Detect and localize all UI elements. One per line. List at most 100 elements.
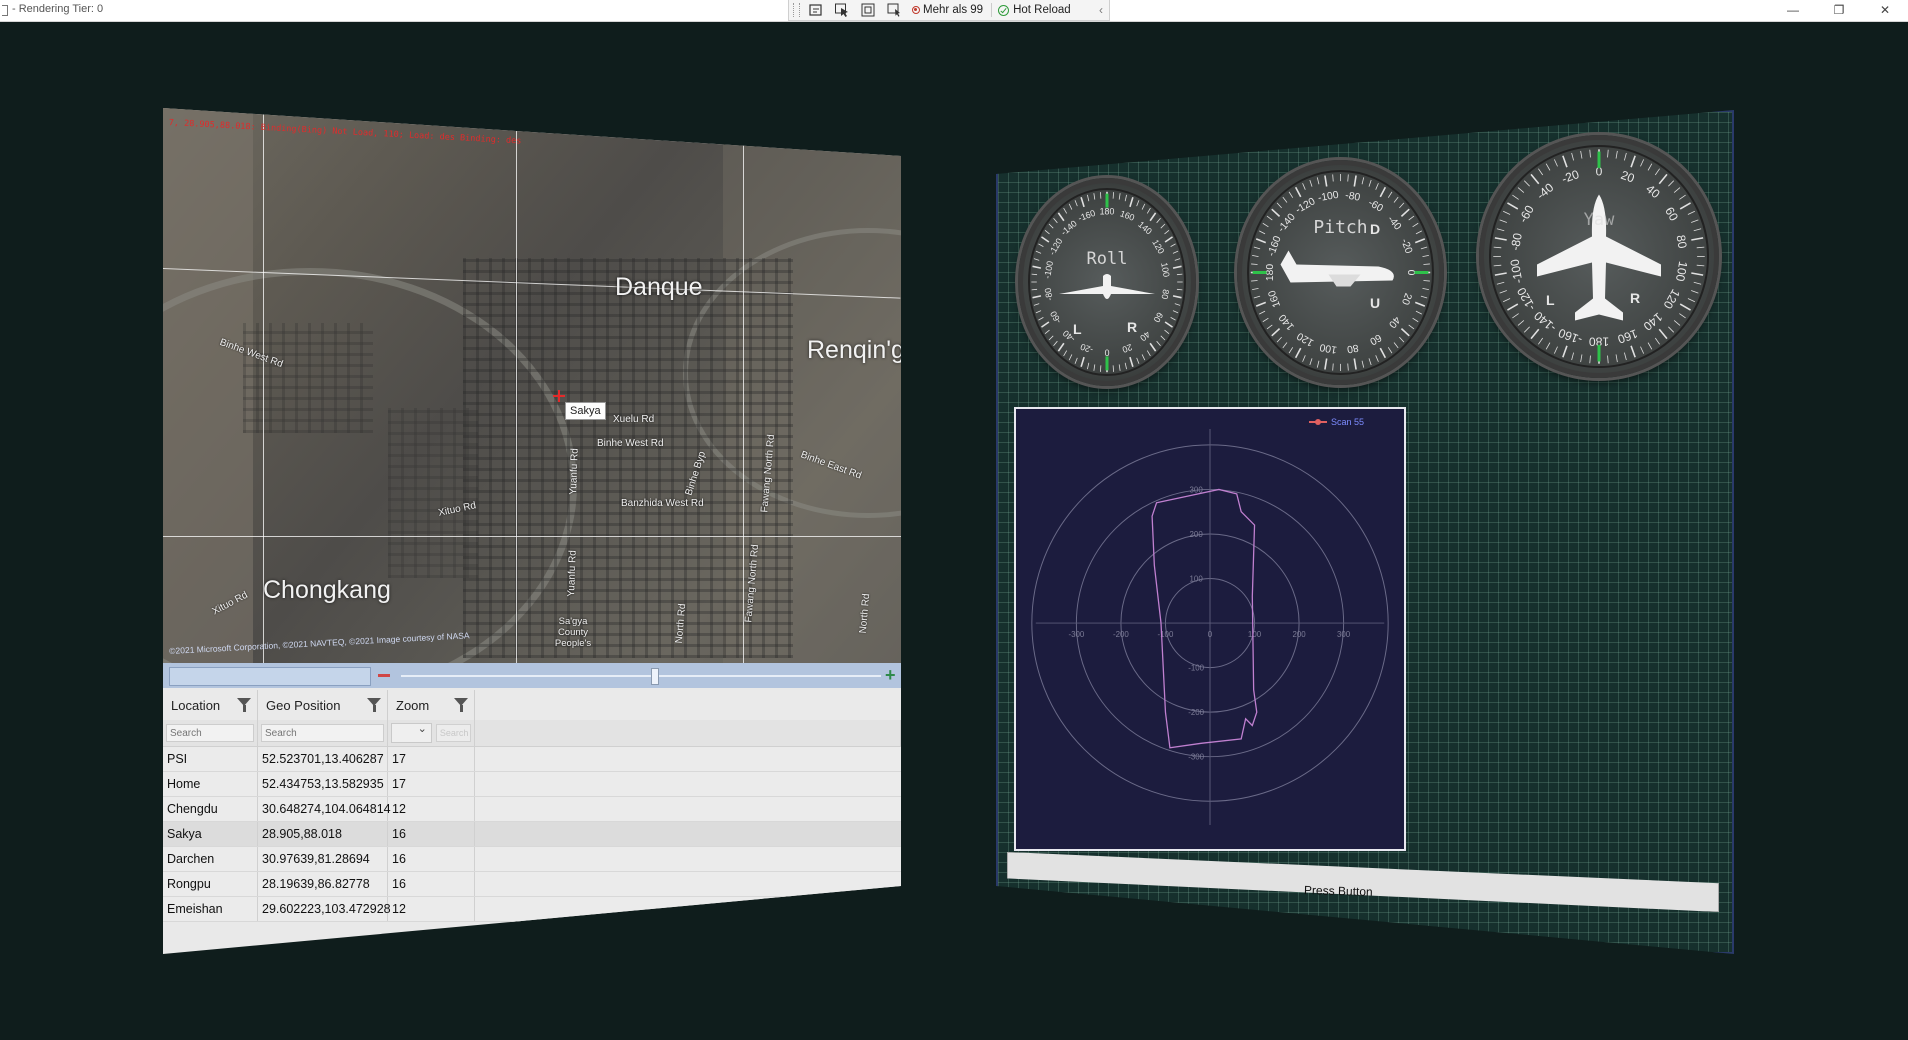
- close-button[interactable]: ✕: [1862, 0, 1908, 20]
- collapse-toolbar-icon[interactable]: ‹: [1099, 3, 1103, 17]
- dial-tick: [1057, 212, 1065, 222]
- dial-tick: [1615, 354, 1618, 363]
- dial-tick: [1080, 196, 1085, 208]
- dial-tick: [1087, 194, 1090, 202]
- cell-filler: [475, 772, 901, 796]
- hot-reload-status[interactable]: Hot Reload: [998, 4, 1071, 16]
- map-tile-line: [516, 108, 517, 663]
- dial-tick-label: 140: [1136, 219, 1154, 236]
- column-header-zoom[interactable]: Zoom: [388, 690, 475, 720]
- dial-tick: [1093, 193, 1096, 200]
- dial-tick-label: 80: [1346, 342, 1359, 355]
- cell-geo-position: 30.97639,81.28694: [258, 847, 388, 871]
- cell-location: Sakya: [163, 822, 258, 846]
- zoom-filter-button[interactable]: Search: [435, 724, 471, 742]
- zoom-in-icon[interactable]: +: [885, 666, 896, 684]
- location-filter-input[interactable]: [166, 724, 254, 742]
- dial-tick: [1393, 342, 1399, 349]
- satellite-map[interactable]: 7, 28.905,88.018: Binding(Bing) Not Load…: [163, 108, 901, 663]
- dial-tick: [1673, 320, 1681, 326]
- dial-tick: [1589, 149, 1591, 158]
- gauge-title: Pitch: [1313, 217, 1368, 238]
- geo-filter-input[interactable]: [261, 724, 384, 742]
- dial-tick: [1118, 364, 1121, 371]
- dial-tick-label: 40: [1386, 314, 1402, 330]
- zoom-out-icon[interactable]: [378, 674, 390, 677]
- x-tick-label: 0: [1208, 630, 1213, 639]
- dial-tick: [1038, 243, 1044, 247]
- address-field[interactable]: [169, 667, 371, 686]
- filter-icon[interactable]: [237, 698, 251, 712]
- dial-tick: [1640, 159, 1645, 167]
- cell-zoom: 12: [388, 797, 475, 821]
- dial-tick-label: -20: [1560, 167, 1581, 186]
- dial-tick: [1538, 337, 1544, 345]
- dial-tick: [1361, 360, 1365, 368]
- table-row[interactable]: PSI 52.523701,13.406287 17: [163, 747, 901, 772]
- dial-tick: [1654, 337, 1660, 345]
- grip-icon[interactable]: [793, 3, 800, 17]
- display-layout-adorners-button[interactable]: [858, 1, 878, 19]
- dial-tick: [1530, 328, 1540, 340]
- dial-tick: [1255, 301, 1267, 307]
- dial-tick: [1517, 187, 1525, 193]
- dial-tick: [1136, 200, 1140, 207]
- y-tick-label: 200: [1190, 530, 1204, 539]
- filter-cell: [258, 720, 388, 746]
- dial-tick: [1630, 345, 1636, 358]
- column-header-location[interactable]: Location: [163, 690, 258, 720]
- dial-tick: [1048, 223, 1054, 229]
- table-row[interactable]: Sakya 28.905,88.018 16: [163, 822, 901, 847]
- filter-cell: [163, 720, 258, 746]
- dial-tick: [1379, 347, 1387, 359]
- dial-tick-label: 40: [1138, 329, 1152, 343]
- x-tick-label: -100: [1158, 630, 1174, 639]
- go-to-live-visual-tree-button[interactable]: [806, 1, 826, 19]
- table-row[interactable]: Darchen 30.97639,81.28694 16: [163, 847, 901, 872]
- filter-icon[interactable]: [367, 698, 381, 712]
- dial-tick: [1176, 288, 1183, 291]
- pitch-dial: 020406080100120140160180-160-140-120 -100…: [1247, 170, 1434, 375]
- zoom-slider-thumb[interactable]: [651, 668, 659, 685]
- select-element-button[interactable]: [832, 1, 852, 19]
- title-bar: - Rendering Tier: 0 Mehr als 99 Hot Relo…: [0, 0, 1908, 22]
- cell-zoom: 16: [388, 872, 475, 896]
- column-header-geo-position[interactable]: Geo Position: [258, 690, 388, 720]
- dial-tick: [1423, 280, 1430, 282]
- table-row[interactable]: Emeishan 29.602223,103.472928 12: [163, 897, 901, 922]
- dial-tick: [1332, 174, 1334, 182]
- binding-failures-badge[interactable]: Mehr als 99: [912, 1, 983, 19]
- dial-tick: [1302, 183, 1306, 190]
- dial-tick: [1172, 295, 1182, 299]
- table-row[interactable]: Rongpu 28.19639,86.82778 16: [163, 872, 901, 897]
- dial-tick: [1149, 342, 1157, 352]
- dial-tick: [1164, 321, 1173, 328]
- dial-tick: [1679, 303, 1691, 311]
- restore-button[interactable]: ❐: [1816, 0, 1862, 20]
- dial-tick: [1545, 342, 1551, 350]
- dial-tick: [1353, 175, 1357, 187]
- dial-tick: [1041, 321, 1050, 328]
- minimize-button[interactable]: —: [1770, 0, 1816, 20]
- track-focused-element-button[interactable]: [884, 1, 904, 19]
- zoom-filter-select[interactable]: [391, 722, 432, 743]
- place-label-renqing: Renqin'g: [807, 336, 901, 364]
- dial-tick-label: -100: [1317, 190, 1340, 204]
- zoom-slider-track[interactable]: [401, 675, 881, 677]
- filter-icon[interactable]: [454, 698, 468, 712]
- dial-tick: [1423, 263, 1430, 265]
- place-label-danque: Danque: [615, 273, 703, 301]
- table-row[interactable]: Chengdu 30.648274,104.064814 12: [163, 797, 901, 822]
- binding-failures-label: Mehr als 99: [923, 4, 984, 16]
- yaw-dial: 0 20406080100120140160180-160-140-120-100…: [1489, 145, 1709, 368]
- window-controls: — ❐ ✕: [1770, 0, 1908, 20]
- road-label: Xuelu Rd: [613, 414, 655, 425]
- dial-tick-label: -20: [1079, 342, 1094, 356]
- table-row[interactable]: Home 52.434753,13.582935 17: [163, 772, 901, 797]
- column-header-label: Geo Position: [266, 697, 341, 713]
- dial-tick: [1571, 352, 1574, 361]
- track-focus-icon: [887, 3, 900, 17]
- live-tree-icon: [809, 4, 822, 16]
- dial-tick: [1124, 362, 1127, 370]
- dial-tick: [1607, 355, 1609, 364]
